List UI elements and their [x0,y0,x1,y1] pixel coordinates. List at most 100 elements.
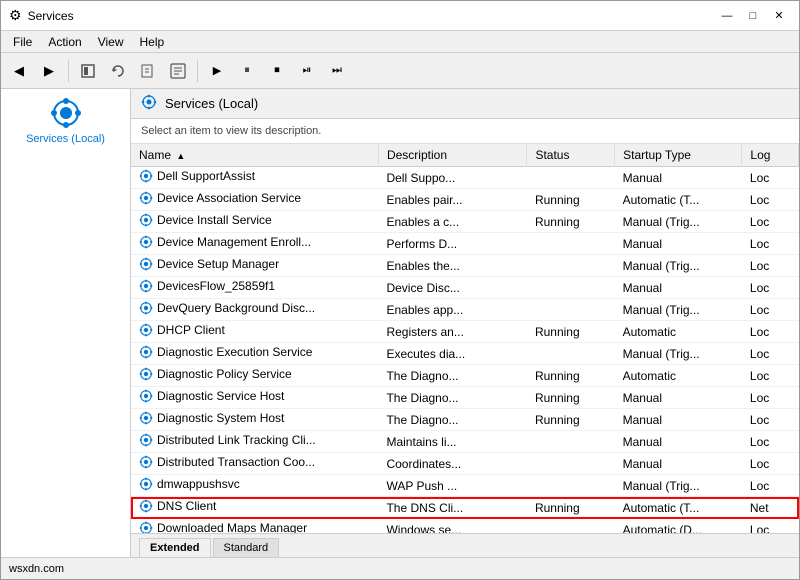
service-name-cell: Device Association Service [131,189,378,211]
service-name-content: Distributed Link Tracking Cli... [139,433,316,447]
table-row[interactable]: Device Management Enroll... Performs D...… [131,233,799,255]
sidebar: Services (Local) [1,89,131,557]
service-status-cell [527,431,615,453]
service-startup-cell: Manual [615,431,742,453]
toolbar-separator-1 [68,60,69,82]
service-name-cell: Dell SupportAssist [131,167,378,189]
service-startup-cell: Manual [615,453,742,475]
panel-description: Select an item to view its description. [131,119,799,144]
table-row[interactable]: Diagnostic Service HostThe Diagno...Runn… [131,387,799,409]
service-desc-cell: WAP Push ... [378,475,526,497]
col-header-status[interactable]: Status [527,144,615,167]
menu-file[interactable]: File [5,33,40,51]
table-row[interactable]: Diagnostic System HostThe Diagno...Runni… [131,409,799,431]
service-startup-cell: Manual [615,167,742,189]
table-row[interactable]: DNS ClientThe DNS Cli...RunningAutomatic… [131,497,799,519]
service-logon-cell: Loc [742,431,799,453]
service-logon-cell: Loc [742,343,799,365]
menu-help[interactable]: Help [132,33,173,51]
service-name-content: Device Management Enroll... [139,235,311,249]
main-window: ⚙ Services — □ ✕ File Action View Help ◀… [0,0,800,580]
service-name-cell: DevicesFlow_25859f1 [131,277,378,299]
table-row[interactable]: Diagnostic Execution ServiceExecutes dia… [131,343,799,365]
table-row[interactable]: Downloaded Maps ManagerWindows se...Auto… [131,519,799,534]
table-row[interactable]: DHCP ClientRegisters an...RunningAutomat… [131,321,799,343]
service-row-icon [139,499,153,513]
export-button[interactable] [134,57,162,85]
service-desc-cell: Registers an... [378,321,526,343]
panel-header: Services (Local) [131,89,799,119]
service-row-icon [139,455,153,469]
service-startup-cell: Automatic (D... [615,519,742,534]
forward-button[interactable]: ▶ [35,57,63,85]
service-desc-cell: Enables pair... [378,189,526,211]
window-title: Services [28,9,74,23]
tabs-bar: Extended Standard [131,533,799,557]
service-desc-cell: Device Disc... [378,277,526,299]
maximize-button[interactable]: □ [741,6,765,26]
service-desc-cell: Performs D... [378,233,526,255]
window-icon: ⚙ [9,7,22,24]
table-row[interactable]: Device Install ServiceEnables a c...Runn… [131,211,799,233]
sidebar-label[interactable]: Services (Local) [26,133,105,145]
table-row[interactable]: Device Association ServiceEnables pair..… [131,189,799,211]
minimize-button[interactable]: — [715,6,739,26]
service-row-icon [139,367,153,381]
pause-button[interactable]: ⏸ [233,57,261,85]
service-desc-cell: Enables the... [378,255,526,277]
service-desc-cell: Maintains li... [378,431,526,453]
service-row-icon [139,191,153,205]
service-name-cell: Distributed Link Tracking Cli... [131,431,378,453]
status-bar: wsxdn.com [1,557,799,579]
refresh-button[interactable] [104,57,132,85]
services-table-container[interactable]: Name ▲ Description Status Startup Type [131,144,799,533]
table-row[interactable]: Diagnostic Policy ServiceThe Diagno...Ru… [131,365,799,387]
service-logon-cell: Loc [742,387,799,409]
menu-bar: File Action View Help [1,31,799,53]
service-name-content: Device Install Service [139,213,272,227]
menu-action[interactable]: Action [40,33,89,51]
service-startup-cell: Automatic [615,321,742,343]
back-button[interactable]: ◀ [5,57,33,85]
service-name-cell: Diagnostic Service Host [131,387,378,409]
start-button[interactable]: ▶ [203,57,231,85]
service-status-cell [527,255,615,277]
restart-button[interactable]: ⏯ [293,57,321,85]
show-hide-icon [80,63,96,79]
service-status-cell [527,233,615,255]
tab-standard[interactable]: Standard [213,538,280,557]
table-row[interactable]: Dell SupportAssistDell Suppo...ManualLoc [131,167,799,189]
col-header-description[interactable]: Description [378,144,526,167]
properties-button[interactable] [164,57,192,85]
service-logon-cell: Loc [742,211,799,233]
service-row-icon [139,477,153,491]
table-row[interactable]: Distributed Transaction Coo...Coordinate… [131,453,799,475]
service-status-cell [527,277,615,299]
menu-view[interactable]: View [90,33,132,51]
table-row[interactable]: DevicesFlow_25859f1Device Disc...ManualL… [131,277,799,299]
col-header-name[interactable]: Name ▲ [131,144,378,167]
service-desc-cell: Dell Suppo... [378,167,526,189]
next-button[interactable]: ⏭ [323,57,351,85]
table-row[interactable]: dmwappushsvcWAP Push ...Manual (Trig...L… [131,475,799,497]
table-row[interactable]: Distributed Link Tracking Cli... Maintain… [131,431,799,453]
close-button[interactable]: ✕ [767,6,791,26]
service-status-cell [527,343,615,365]
service-name-content: Diagnostic Execution Service [139,345,312,359]
service-status-cell [527,475,615,497]
service-startup-cell: Manual [615,233,742,255]
col-header-logon[interactable]: Log [742,144,799,167]
table-row[interactable]: DevQuery Background Disc...Enables app..… [131,299,799,321]
show-hide-button[interactable] [74,57,102,85]
stop-button[interactable]: ⏹ [263,57,291,85]
service-logon-cell: Loc [742,321,799,343]
service-logon-cell: Loc [742,365,799,387]
export-icon [140,63,156,79]
service-name-content: Diagnostic Service Host [139,389,284,403]
service-row-icon [139,279,153,293]
tab-extended[interactable]: Extended [139,538,211,557]
main-panel: Services (Local) Select an item to view … [131,89,799,557]
table-row[interactable]: Device Setup ManagerEnables the...Manual… [131,255,799,277]
col-header-startup[interactable]: Startup Type [615,144,742,167]
service-desc-cell: Coordinates... [378,453,526,475]
